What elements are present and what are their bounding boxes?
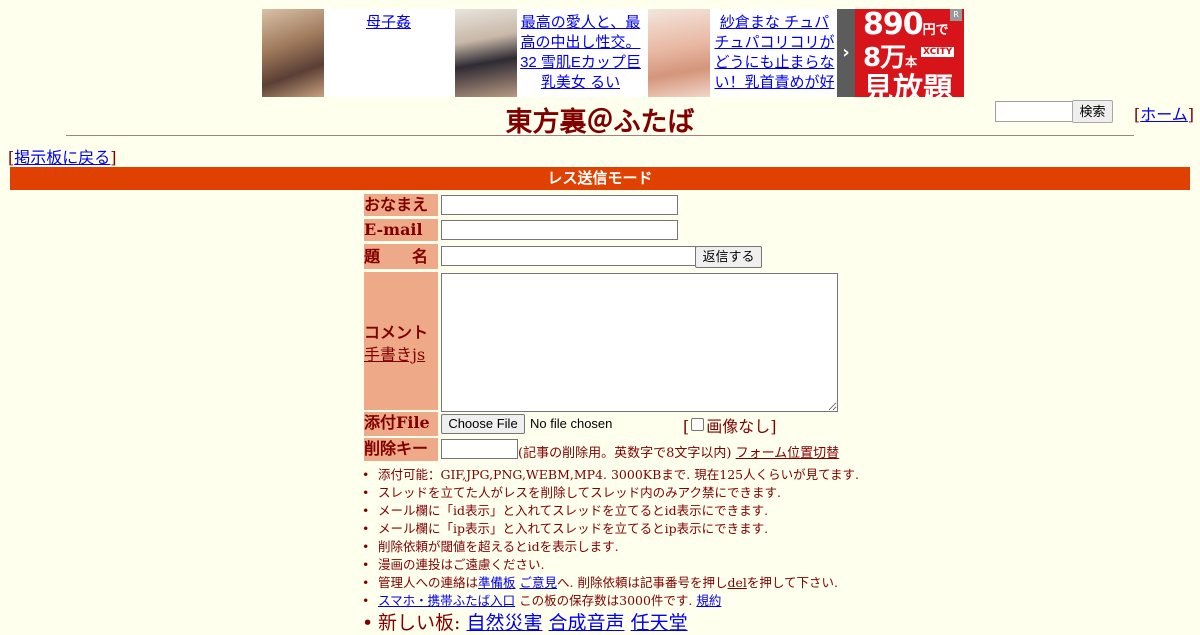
search-button[interactable]: 検索 [1072,100,1113,123]
ad-item[interactable]: 母子姦 [262,9,455,97]
comment-textarea[interactable] [441,273,838,412]
new-board-link[interactable]: 自然災害 [466,612,542,634]
rule-text: を押して下さい. [746,575,838,590]
subject-field[interactable] [441,246,696,266]
list-item: メール欄に「id表示」と入れてスレッドを立てるとid表示にできます. [360,502,859,520]
no-image-option: [画像なし] [683,417,777,436]
junbi-board-link[interactable]: 準備板 [478,575,516,590]
delete-key-label: 削除キー [364,438,438,461]
handwriting-link[interactable]: 手書きjs [364,341,425,365]
no-image-label: 画像なし [706,417,771,436]
banner-brand-logo: XCITY [921,47,955,57]
terms-link[interactable]: 規約 [696,593,721,608]
form-position-toggle-link[interactable]: フォーム位置切替 [736,446,840,461]
choose-file-button[interactable]: Choose File [441,414,525,434]
ad-link[interactable]: 母子姦 [326,13,451,33]
new-boards-list: 新しい板: 自然災害 合成音声 任天堂 [360,611,688,635]
home-link[interactable]: ホーム [1140,105,1188,124]
list-item: メール欄に「ip表示」と入れてスレッドを立てるとip表示にできます. [360,520,859,538]
list-item: 添付可能：GIF,JPG,PNG,WEBM,MP4. 3000KBまで. 現在1… [360,466,859,484]
list-item: 漫画の連投はご遠慮ください. [360,556,859,574]
email-field[interactable] [441,220,678,240]
reply-mode-bar: レス送信モード [10,167,1190,190]
rule-text: この板の保存数は3000件です. [515,593,697,608]
email-label: E-mail [364,219,438,241]
ad-item[interactable]: 紗倉まな チュパチュパコリコリがどうにも止まらない！乳首責めが好 [648,9,837,97]
file-label: 添付File [364,412,438,436]
new-board-link[interactable]: 合成音声 [549,612,625,634]
feedback-link[interactable]: ご意見 [520,575,558,590]
comment-label-cell: コメント 手書きjs [364,272,438,410]
delete-key-hint: (記事の削除用。英数字で8文字以内) [518,446,732,461]
mobile-entry-link[interactable]: スマホ・携帯ふたば入口 [378,593,515,608]
name-label: おなまえ [364,194,438,216]
back-link-container: [掲示板に戻る] [8,148,117,167]
back-to-board-link[interactable]: 掲示板に戻る [14,148,110,167]
reply-button[interactable]: 返信する [695,246,762,268]
banner-corner-badge: R [950,9,962,21]
banner-tagline: 見放題 [863,72,953,97]
promo-banner[interactable]: R 890円で 8万本 XCITY 見放題 [855,9,964,97]
divider [66,135,1134,136]
list-item: 管理人への連絡は準備板 ご意見へ. 削除依頼は記事番号を押しdelを押して下さい… [360,574,859,592]
rules-list: 添付可能：GIF,JPG,PNG,WEBM,MP4. 3000KBまで. 現在1… [360,466,859,610]
ad-thumbnail[interactable] [455,9,517,97]
comment-label: コメント [364,323,429,342]
delete-key-field[interactable] [441,439,518,459]
list-item: スレッドを立てた人がレスを削除してスレッド内のみアク禁にできます. [360,484,859,502]
ad-link[interactable]: 紗倉まな チュパチュパコリコリがどうにも止まらない！乳首責めが好 [714,13,835,93]
list-item: 削除依頼が閾値を超えるとidを表示します. [360,538,859,556]
ad-thumbnail[interactable] [648,9,710,97]
list-item: スマホ・携帯ふたば入口 この板の保存数は3000件です. 規約 [360,592,859,610]
del-link[interactable]: del [727,575,746,590]
ad-item[interactable]: 最高の愛人と、最高の中出し性交。32 雪肌Eカップ巨乳美女 るい [455,9,648,97]
search-input[interactable] [995,101,1077,122]
no-image-checkbox[interactable] [691,418,705,431]
ad-strip: 母子姦 最高の愛人と、最高の中出し性交。32 雪肌Eカップ巨乳美女 るい 紗倉ま… [262,9,964,97]
rule-text: 管理人への連絡は [378,575,479,590]
new-board-link[interactable]: 任天堂 [631,612,688,634]
chevron-right-icon[interactable]: › [837,9,855,97]
new-boards-label: 新しい板: [378,612,467,634]
home-link-container: [ホーム] [1134,105,1195,124]
subject-label: 題 名 [364,244,438,269]
name-field[interactable] [441,195,678,215]
rule-text: へ. 削除依頼は記事番号を押し [557,575,728,590]
ad-thumbnail[interactable] [262,9,324,97]
delete-key-note: (記事の削除用。英数字で8文字以内) フォーム位置切替 [518,442,839,461]
ad-link[interactable]: 最高の愛人と、最高の中出し性交。32 雪肌Eカップ巨乳美女 るい [519,13,642,93]
no-file-status: No file chosen [530,416,613,431]
